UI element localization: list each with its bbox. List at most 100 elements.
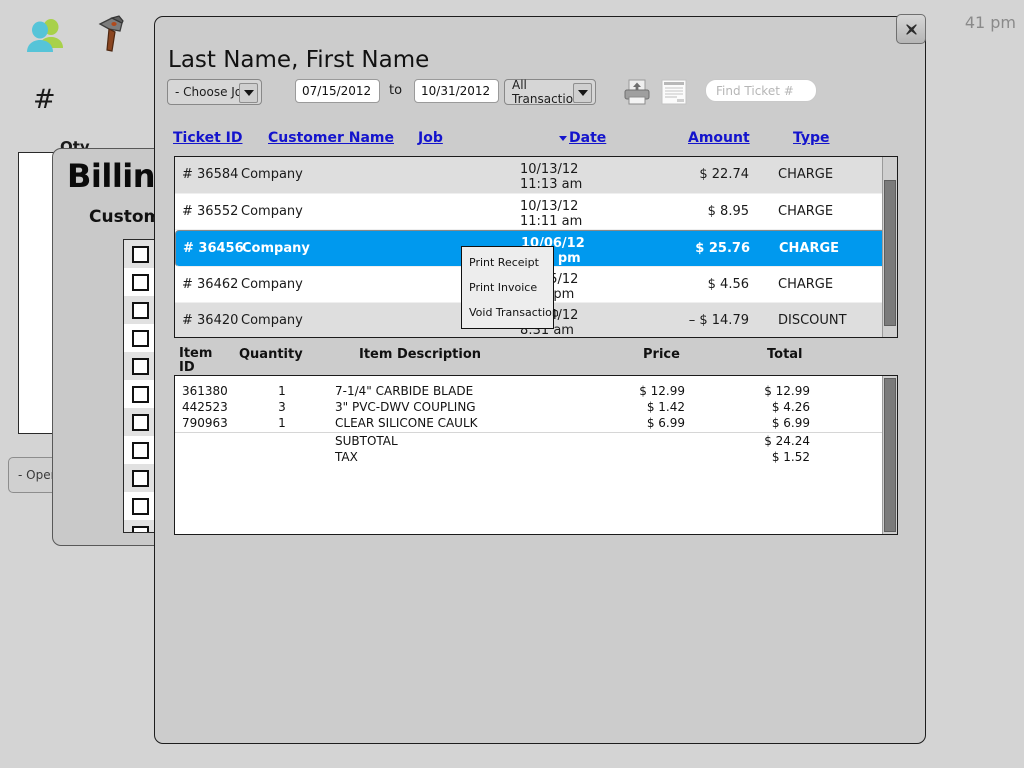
column-header-ticket_id[interactable]: Ticket ID — [173, 130, 242, 146]
column-header-label: Date — [569, 130, 607, 146]
printer-icon[interactable] — [622, 77, 652, 107]
item-cell-total: $ 12.99 — [764, 384, 810, 398]
column-header-date[interactable]: Date — [559, 130, 606, 146]
scrollbar-thumb[interactable] — [884, 378, 896, 532]
checkbox[interactable] — [132, 497, 149, 515]
context-menu[interactable]: Print Receipt Print Invoice Void Transacti… — [461, 246, 559, 329]
cell-type: DISCOUNT — [778, 313, 847, 329]
cell-customer-name: Company — [241, 313, 303, 329]
close-icon — [905, 23, 917, 35]
close-button[interactable] — [896, 14, 926, 44]
item-row: SUBTOTAL $ 24.24 — [175, 432, 897, 449]
column-header-customer_name[interactable]: Customer Name — [268, 130, 394, 146]
date-to-input[interactable]: 10/31/2012 — [414, 79, 499, 103]
context-menu-item[interactable]: Void Transaction — [462, 300, 559, 325]
cell-date: 10/13/12 11:13 am — [520, 162, 583, 192]
item-row: 442523 3 3" PVC-DWV COUPLING $ 1.42 $ 4.26 — [175, 399, 897, 415]
item-cell-description: SUBTOTAL — [335, 434, 398, 448]
checkbox[interactable] — [132, 525, 149, 532]
context-menu-item[interactable]: Print Invoice — [462, 275, 553, 300]
date-from-input[interactable]: 07/15/2012 — [295, 79, 380, 103]
item-cell-total: $ 24.24 — [764, 434, 810, 448]
item-row: TAX $ 1.52 — [175, 449, 897, 465]
item-cell-price: $ 6.99 — [646, 416, 685, 430]
checkbox[interactable] — [132, 245, 149, 263]
column-header-label: Amount — [688, 130, 750, 146]
item-cell-description: 3" PVC-DWV COUPLING — [335, 400, 476, 414]
transactions-column-headers: Ticket ID Customer Name Job Date Amount Type — [173, 130, 913, 154]
cell-ticket-id: # 36420 — [182, 313, 239, 329]
item-row: 361380 1 7-1/4" CARBIDE BLADE $ 12.99 $ 12.9… — [175, 383, 897, 399]
cell-customer-name: Company — [241, 167, 303, 183]
context-menu-item[interactable]: Print Receipt — [462, 250, 553, 275]
items-header-price: Price — [643, 347, 680, 362]
items-table[interactable]: 361380 1 7-1/4" CARBIDE BLADE $ 12.99 $ 12.9… — [174, 375, 898, 535]
table-row[interactable]: # 36552 Company 10/13/12 11:11 am $ 8.95 CHA… — [175, 194, 897, 230]
checkbox[interactable] — [132, 441, 149, 459]
item-cell-description: 7-1/4" CARBIDE BLADE — [335, 384, 474, 398]
item-cell-quantity: 1 — [278, 416, 286, 430]
column-header-label: Ticket ID — [173, 130, 243, 146]
items-scrollbar[interactable] — [882, 376, 897, 534]
background-clock: 41 pm — [964, 13, 1016, 32]
table-row[interactable]: # 36584 Company 10/13/12 11:13 am $ 22.74 CH… — [175, 157, 897, 194]
item-cell-item-id: 790963 — [182, 416, 228, 430]
item-cell-total: $ 6.99 — [771, 416, 810, 430]
cell-amount: $ 4.56 — [707, 276, 749, 292]
transactions-scrollbar[interactable] — [882, 157, 897, 337]
hammer-icon[interactable] — [90, 12, 134, 56]
cell-customer-name: Company — [242, 240, 310, 256]
chevron-down-icon — [573, 83, 592, 103]
cell-ticket-id: # 36584 — [182, 167, 239, 183]
users-icon[interactable] — [24, 12, 68, 56]
items-header-item-id: Item ID — [179, 346, 213, 375]
checkbox[interactable] — [132, 301, 149, 319]
item-cell-item-id: 442523 — [182, 400, 228, 414]
page-title: Last Name, First Name — [168, 47, 430, 73]
item-cell-total: $ 4.26 — [771, 400, 810, 414]
cell-customer-name: Company — [241, 203, 303, 219]
checkbox[interactable] — [132, 273, 149, 291]
cell-ticket-id: # 36456 — [183, 240, 244, 256]
cell-date: 10/13/12 11:11 am — [520, 198, 583, 229]
item-cell-description: CLEAR SILICONE CAULK — [335, 416, 478, 430]
item-row: 790963 1 CLEAR SILICONE CAULK $ 6.99 $ 6.99 — [175, 415, 897, 431]
items-header-description: Item Description — [359, 347, 482, 362]
cell-amount: $ 8.95 — [707, 203, 749, 219]
item-cell-description: TAX — [335, 450, 358, 464]
item-cell-quantity: 1 — [278, 384, 286, 398]
find-ticket-input[interactable]: Find Ticket # — [705, 79, 817, 102]
column-header-label: Type — [793, 130, 830, 146]
cell-ticket-id: # 36462 — [182, 276, 239, 292]
checkbox[interactable] — [132, 385, 149, 403]
cell-type: CHARGE — [778, 167, 834, 183]
item-cell-price: $ 12.99 — [639, 384, 685, 398]
cell-type: CHARGE — [779, 240, 840, 256]
checkbox[interactable] — [132, 329, 149, 347]
cell-amount: – $ 14.79 — [688, 313, 749, 329]
column-header-job[interactable]: Job — [418, 130, 443, 146]
cell-type: CHARGE — [778, 276, 834, 292]
filter-toolbar: - Choose Job - 07/15/2012 to 10/31/2012 … — [167, 77, 915, 109]
scrollbar-thumb[interactable] — [884, 180, 896, 326]
cell-ticket-id: # 36552 — [182, 203, 239, 219]
date-range-separator-label: to — [389, 83, 403, 98]
background-hash-label: # — [33, 84, 56, 115]
column-header-type[interactable]: Type — [793, 130, 830, 146]
sort-descending-icon — [559, 135, 567, 141]
checkbox[interactable] — [132, 357, 149, 375]
items-header-quantity: Quantity — [239, 347, 303, 362]
checkbox[interactable] — [132, 469, 149, 487]
cell-amount: $ 22.74 — [699, 167, 749, 183]
chevron-down-icon — [239, 83, 258, 103]
column-header-amount[interactable]: Amount — [688, 130, 750, 146]
cell-customer-name: Company — [241, 276, 303, 292]
checkbox[interactable] — [132, 413, 149, 431]
transaction-type-select[interactable]: All Transactions — [504, 78, 596, 106]
transaction-history-dialog: Last Name, First Name - Choose Job - 07/… — [154, 16, 926, 744]
item-cell-price: $ 1.42 — [646, 400, 685, 414]
item-cell-quantity: 3 — [278, 400, 286, 414]
cell-type: CHARGE — [778, 203, 834, 219]
job-select[interactable]: - Choose Job - — [167, 79, 262, 105]
invoice-icon[interactable] — [659, 77, 689, 107]
